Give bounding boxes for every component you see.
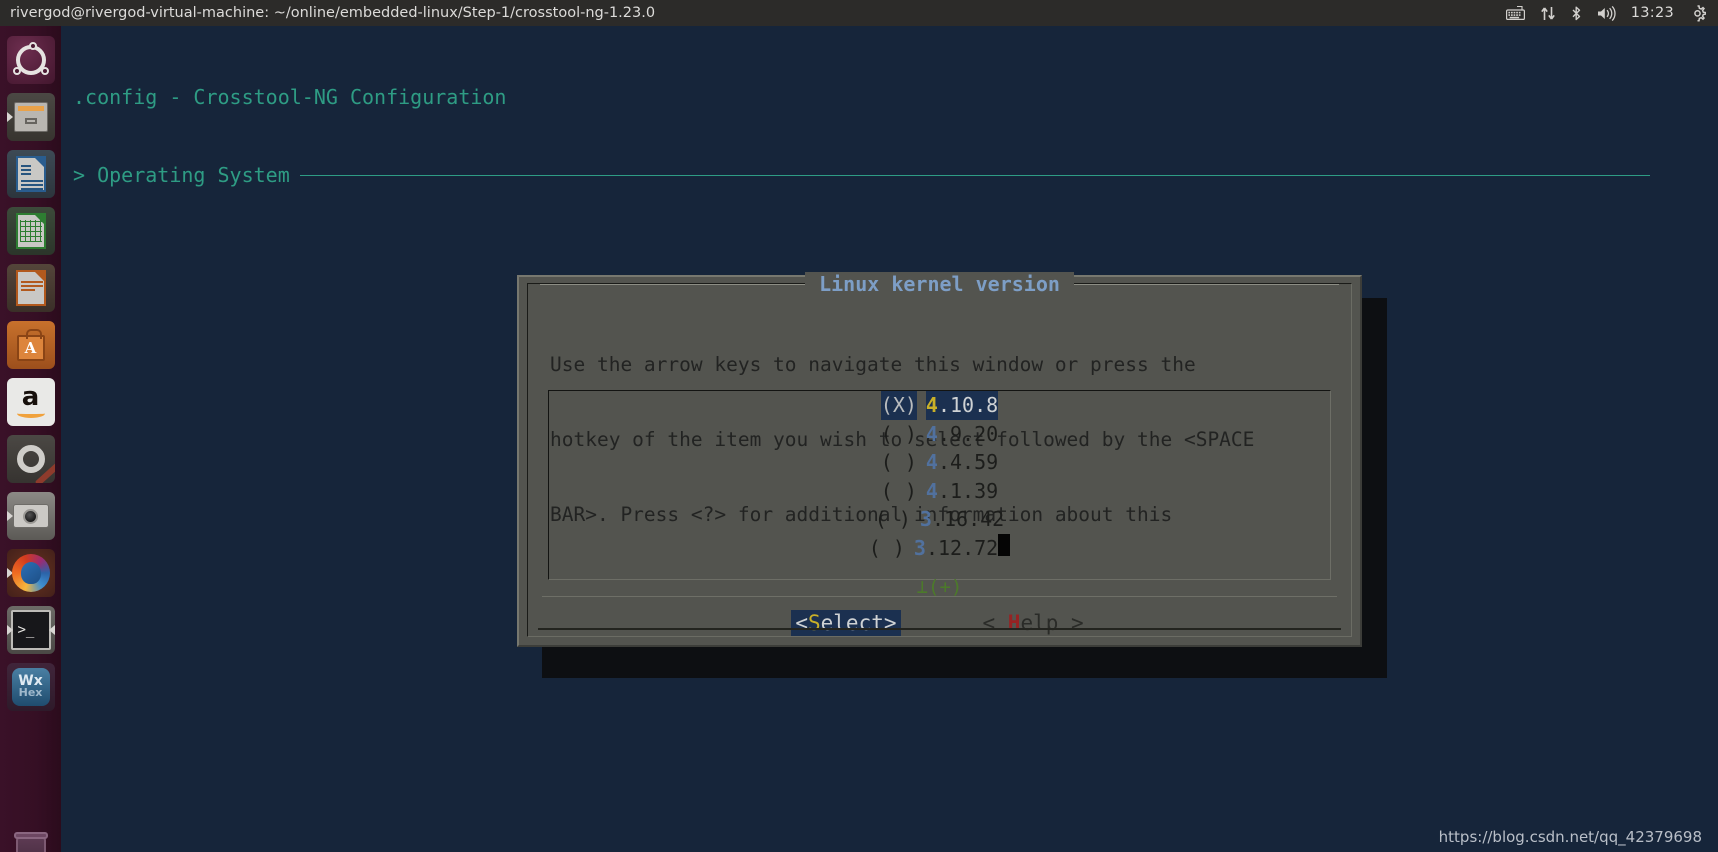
list-item[interactable]: (X) 4.10.8 [549,391,1330,420]
spreadsheet-icon [15,213,46,249]
launcher-item-system-settings[interactable] [6,435,55,483]
launcher-item-wxhexeditor[interactable]: Wx Hex [6,663,55,711]
kernel-version-listbox[interactable]: (X) 4.10.8 ( ) 4.9.20 ( ) 4.4.59 () 4.1… [548,390,1331,580]
dialog-bottom-rule [538,628,1341,630]
file-cabinet-icon [13,102,48,132]
unity-launcher: A a >_ Wx Hex [0,26,61,852]
version-label: 3.16.42 [919,507,1005,531]
focus-arrow-icon [6,625,13,635]
launcher-item-libreoffice-impress[interactable] [6,264,55,312]
radio-marker: ( ) [880,421,917,446]
launcher-item-shotwell[interactable] [6,492,55,540]
launcher-item-files[interactable] [6,93,55,141]
dialog-buttons: <Select> < Help > [528,610,1351,636]
launcher-item-software-center[interactable]: A [6,321,55,369]
version-label: 4.9.20 [925,421,999,446]
camera-icon [12,504,49,528]
watermark: https://blog.csdn.net/qq_42379698 [1438,828,1702,846]
launcher-item-libreoffice-calc[interactable] [6,207,55,255]
list-item[interactable]: ( ) 4.1.39 [549,477,1330,506]
radio-marker: ( ) [880,478,917,503]
list-item[interactable]: ( ) 3.16.42 [549,505,1330,534]
radio-marker: ( ) [880,450,917,474]
help-line-1: Use the arrow keys to navigate this wind… [550,353,1196,376]
menuconfig-header: .config - Crosstool-NG Configuration > O… [61,26,1718,240]
terminal-window: .config - Crosstool-NG Configuration > O… [61,26,1718,852]
launcher-item-terminal[interactable]: >_ [6,606,55,654]
dialog-titlebar: Linux kernel version [528,272,1351,296]
version-label: 4.10.8 [925,391,999,420]
gear-wrench-icon [16,445,55,483]
launcher-item-trash[interactable] [7,828,55,852]
list-item[interactable]: ( ) 3.12.72 [549,533,1330,563]
launcher-item-ubuntu-dash[interactable] [6,36,55,84]
terminal-icon: >_ [10,610,51,650]
presentation-icon [15,270,46,306]
system-tray: 13:23 [1505,4,1718,22]
launcher-spacer [7,720,55,768]
dialog-title: Linux kernel version [805,272,1074,296]
version-label: 4.4.59 [925,450,999,474]
window-title: rivergod@rivergod-virtual-machine: ~/onl… [10,5,656,21]
version-label: 4.1.39 [925,478,999,503]
scroll-more-indicator: ⊥(+) [916,576,963,598]
list-item[interactable]: ( ) 4.9.20 [549,420,1330,449]
focus-arrow-icon [6,511,13,521]
launcher-item-amazon[interactable]: a [6,378,55,426]
gear-icon[interactable] [1689,4,1706,22]
clock[interactable]: 13:23 [1631,5,1674,21]
select-button[interactable]: <Select> [791,610,901,636]
bluetooth-icon[interactable] [1571,6,1582,21]
ubuntu-logo-icon [12,42,49,75]
network-updown-icon[interactable] [1540,6,1556,21]
launcher-item-libreoffice-writer[interactable] [6,150,55,198]
help-button[interactable]: < Help > [979,610,1088,636]
launcher-item-firefox[interactable] [6,549,55,597]
radio-marker: ( ) [868,535,905,560]
document-icon [15,156,46,192]
list-item[interactable]: ( ) 4.4.59 [549,448,1330,477]
config-title: .config - Crosstool-NG Configuration [73,85,507,109]
dialog-inner-frame: Linux kernel version Use the arrow keys … [527,272,1352,637]
radio-marker: (X) [880,391,917,420]
header-rule [299,174,1650,176]
wxhex-icon: Wx Hex [11,668,50,706]
version-label: 3.12.72 [913,535,999,560]
dialog-divider [542,596,1337,597]
amazon-icon: a [16,384,45,418]
focus-arrow-icon [48,625,55,635]
keyboard-icon[interactable] [1505,6,1525,20]
volume-icon[interactable] [1597,5,1616,21]
radio-marker: ( ) [874,507,911,531]
config-breadcrumb: > Operating System [73,163,290,187]
focus-arrow-icon [6,112,13,122]
kernel-version-dialog: Linux kernel version Use the arrow keys … [517,272,1362,647]
shopping-bag-icon: A [16,329,45,361]
desktop-screen: rivergod@rivergod-virtual-machine: ~/onl… [0,0,1718,852]
firefox-icon [11,554,50,592]
top-panel: rivergod@rivergod-virtual-machine: ~/onl… [0,0,1718,26]
trash-icon [13,832,48,852]
text-cursor [998,533,1011,556]
